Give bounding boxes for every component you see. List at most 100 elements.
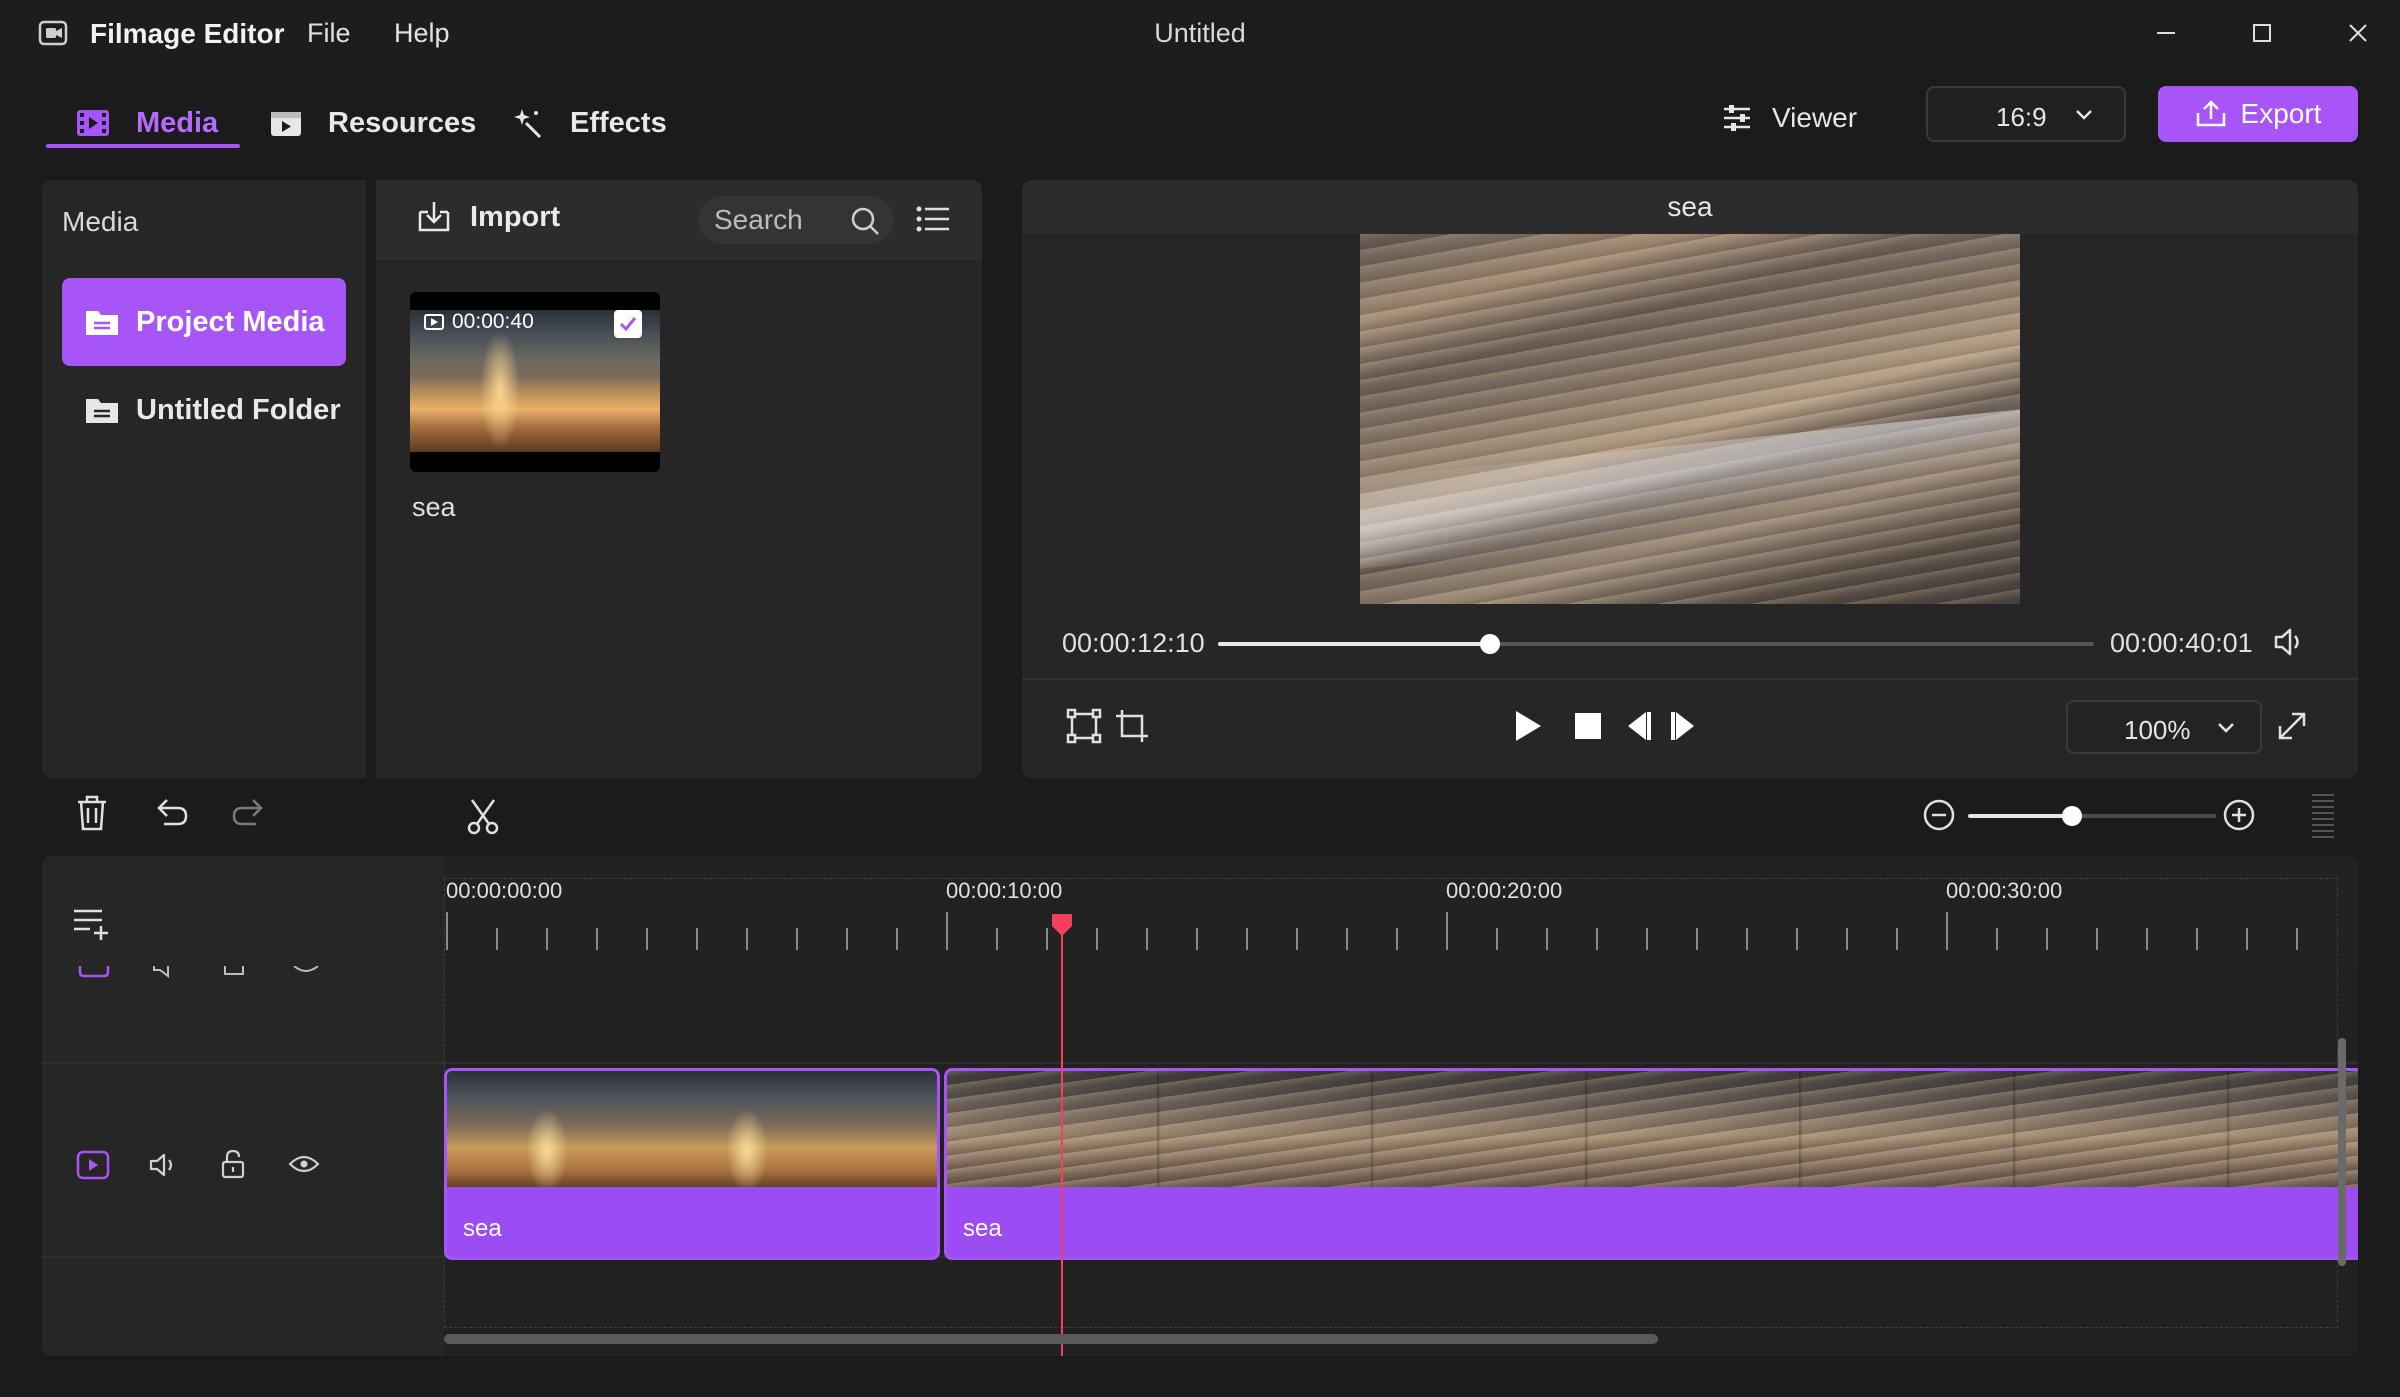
progress-handle[interactable] bbox=[1479, 634, 1500, 654]
media-thumbnail[interactable]: 00:00:40 bbox=[410, 292, 660, 472]
thumbnail-duration: 00:00:40 bbox=[424, 310, 534, 334]
ruler-tick bbox=[1646, 928, 1648, 950]
film-icon bbox=[77, 110, 109, 136]
undo-icon[interactable] bbox=[152, 794, 190, 832]
tab-effects-label: Effects bbox=[570, 106, 667, 139]
close-button[interactable] bbox=[2328, 10, 2388, 56]
search-box bbox=[698, 196, 894, 244]
search-icon[interactable] bbox=[850, 206, 880, 236]
import-button[interactable]: Import bbox=[416, 200, 560, 234]
timeline-vertical-scrollbar[interactable] bbox=[2338, 1038, 2346, 1266]
next-frame-icon[interactable] bbox=[1668, 708, 1700, 744]
export-button[interactable]: Export bbox=[2158, 86, 2358, 142]
search-input[interactable] bbox=[714, 202, 844, 238]
video-preview[interactable] bbox=[1360, 234, 2020, 604]
maximize-button[interactable] bbox=[2232, 10, 2292, 56]
ruler-tick bbox=[546, 928, 548, 950]
timeline-clip[interactable]: sea bbox=[944, 1068, 2358, 1260]
add-track-icon[interactable] bbox=[72, 906, 110, 940]
aspect-ratio-select[interactable]: 16:9 bbox=[1926, 86, 2126, 142]
ruler-tick bbox=[596, 928, 598, 950]
video-track-icon[interactable] bbox=[78, 966, 110, 978]
minimize-button[interactable] bbox=[2136, 10, 2196, 56]
eye-icon[interactable] bbox=[292, 966, 320, 978]
chevron-down-icon bbox=[2218, 723, 2234, 733]
eye-icon[interactable] bbox=[288, 1152, 320, 1176]
ruler-tick bbox=[996, 928, 998, 950]
video-track-icon[interactable] bbox=[76, 1150, 110, 1180]
play-icon[interactable] bbox=[1512, 708, 1544, 744]
ruler-tick bbox=[1596, 928, 1598, 950]
timeline: 00:00:00:00 00:00:10:00 00:00:20:00 00:0… bbox=[42, 856, 2358, 1356]
playhead-line bbox=[1061, 928, 1063, 1356]
list-view-icon[interactable] bbox=[916, 204, 950, 234]
menu-file[interactable]: File bbox=[307, 18, 351, 49]
clip-label: sea bbox=[963, 1215, 1002, 1242]
delete-icon[interactable] bbox=[74, 794, 110, 832]
folder-untitled[interactable]: Untitled Folder bbox=[62, 366, 346, 454]
sidebar-title: Media bbox=[62, 206, 139, 237]
volume-icon[interactable] bbox=[2272, 624, 2308, 660]
ruler-label: 00:00:20:00 bbox=[1446, 878, 1563, 903]
ruler-tick bbox=[2296, 928, 2298, 950]
sparkle-icon bbox=[514, 109, 542, 139]
ruler-tick bbox=[1546, 928, 1548, 950]
tab-media[interactable]: Media bbox=[76, 98, 218, 148]
scissors-icon[interactable] bbox=[466, 798, 500, 836]
crop-icon[interactable] bbox=[1114, 708, 1150, 744]
ruler-tick bbox=[2096, 928, 2098, 950]
audio-track-icon[interactable] bbox=[150, 966, 180, 978]
ruler-tick bbox=[1096, 928, 1098, 950]
ruler-tick bbox=[2246, 928, 2248, 950]
ruler-tick bbox=[696, 928, 698, 950]
thumbnail-checkbox[interactable] bbox=[614, 310, 642, 338]
menu-help[interactable]: Help bbox=[394, 18, 450, 49]
playhead-handle[interactable] bbox=[1050, 912, 1074, 938]
zoom-out-icon[interactable] bbox=[1922, 798, 1956, 832]
timeline-ruler[interactable]: 00:00:00:00 00:00:10:00 00:00:20:00 00:0… bbox=[444, 856, 2358, 968]
transform-icon[interactable] bbox=[1066, 708, 1102, 744]
ruler-tick bbox=[846, 928, 848, 950]
resources-icon bbox=[271, 112, 301, 136]
tab-resources[interactable]: Resources bbox=[270, 98, 476, 148]
viewer-button[interactable]: Viewer bbox=[1722, 96, 1857, 140]
tab-media-label: Media bbox=[136, 106, 219, 139]
ruler-tick bbox=[1246, 928, 1248, 950]
timeline-clip[interactable]: sea bbox=[444, 1068, 940, 1260]
ruler-tick bbox=[646, 928, 648, 950]
lock-icon[interactable] bbox=[222, 966, 246, 978]
redo-icon[interactable] bbox=[230, 794, 268, 832]
playback-progress-bar[interactable] bbox=[1218, 634, 2094, 654]
fullscreen-icon[interactable] bbox=[2274, 708, 2310, 744]
chevron-down-icon bbox=[2076, 110, 2092, 120]
minimize-icon bbox=[2157, 32, 2175, 34]
folder-icon bbox=[86, 311, 118, 335]
ruler-tick bbox=[1396, 928, 1398, 950]
total-time: 00:00:40:01 bbox=[2110, 628, 2253, 658]
ruler-tick bbox=[1146, 928, 1148, 950]
ruler-label: 00:00:10:00 bbox=[946, 878, 1063, 903]
export-icon bbox=[2196, 100, 2225, 127]
current-time: 00:00:12:10 bbox=[1062, 628, 1205, 658]
timeline-horizontal-scrollbar[interactable] bbox=[444, 1334, 1658, 1344]
folder-project-media[interactable]: Project Media bbox=[62, 278, 346, 366]
clip-filmstrip bbox=[947, 1071, 2358, 1189]
panel-resize-grip[interactable] bbox=[2312, 794, 2334, 842]
previous-frame-icon[interactable] bbox=[1622, 708, 1654, 744]
lock-icon[interactable] bbox=[220, 1148, 246, 1180]
timeline-zoom-handle[interactable] bbox=[2062, 806, 2083, 826]
tab-resources-label: Resources bbox=[328, 106, 477, 139]
audio-track-icon[interactable] bbox=[148, 1150, 180, 1180]
viewer-zoom-select[interactable]: 100% bbox=[2066, 700, 2262, 754]
folder-label: Untitled Folder bbox=[136, 393, 341, 426]
ruler-label: 00:00:30:00 bbox=[1946, 878, 2063, 903]
stop-icon[interactable] bbox=[1572, 708, 1604, 744]
maximize-icon bbox=[2253, 24, 2271, 42]
ruler-tick bbox=[2046, 928, 2048, 950]
ruler-tick bbox=[496, 928, 498, 950]
export-label: Export bbox=[2240, 98, 2322, 129]
timeline-zoom-slider[interactable] bbox=[1968, 806, 2216, 826]
zoom-in-icon[interactable] bbox=[2222, 798, 2256, 832]
tab-effects[interactable]: Effects bbox=[512, 98, 667, 148]
clip-label: sea bbox=[463, 1215, 502, 1242]
